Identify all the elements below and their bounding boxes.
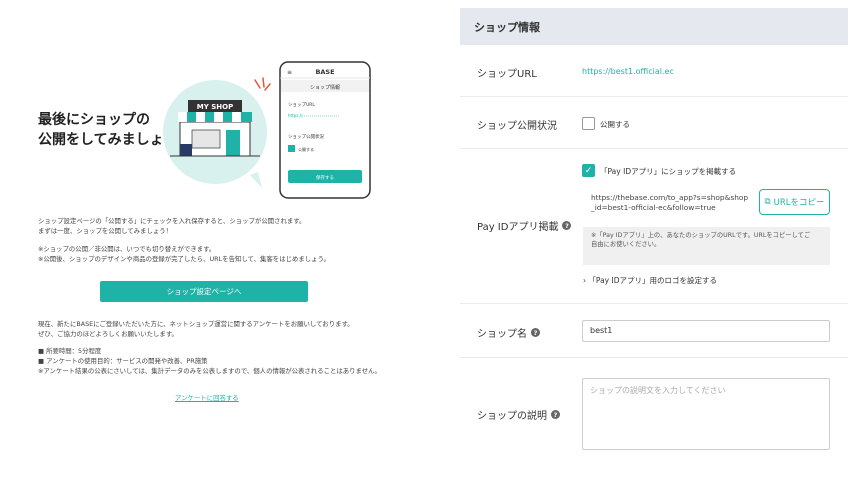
- copy-icon: ⧉: [764, 197, 771, 207]
- payid-label: Pay IDアプリ掲載: [477, 222, 559, 233]
- publish-description: ショップ設定ページの「公開する」にチェックを入れ保存すると、ショップが公開されま…: [38, 216, 418, 236]
- shop-info-form: ショップ情報 ショップURL https://best1.official.ec…: [460, 8, 848, 480]
- payid-checkbox-label: 「Pay IDアプリ」にショップを掲載する: [600, 167, 737, 176]
- phone-brand-text: BASE: [315, 68, 334, 76]
- svg-text:≡: ≡: [287, 69, 292, 76]
- shop-status-row: ショップ公開状況 公開する: [460, 97, 848, 149]
- phone-url-label: ショップURL: [288, 102, 315, 108]
- phone-save-button-text: 保存する: [316, 174, 334, 181]
- form-header: ショップ情報: [460, 8, 848, 45]
- shop-name-row: ショップ名 ? best1: [460, 304, 848, 358]
- desc-line: ショップ設定ページの「公開する」にチェックを入れ保存すると、ショップが公開されま…: [38, 217, 306, 225]
- publish-notes: ※ショップの公開／非公開は、いつでも切り替えができます。 ※公開後、ショップのデ…: [38, 244, 418, 264]
- desc-line: ■ 所要時間：5分程度: [38, 347, 102, 355]
- desc-line: ※公開後、ショップのデザインや商品の登録が完了したら、URLを告知して、集客をは…: [38, 255, 330, 263]
- copy-url-label: URLをコピー: [773, 198, 825, 208]
- shop-settings-button[interactable]: ショップ設定ページへ: [100, 281, 308, 302]
- shop-desc-label: ショップの説明: [477, 411, 547, 422]
- shop-url-row: ショップURL https://best1.official.ec: [460, 45, 848, 97]
- payid-url-line: _id=best1-official-ec&follow=true: [591, 202, 716, 212]
- payid-row: Pay IDアプリ掲載 ? ✓ 「Pay IDアプリ」にショップを掲載する ht…: [460, 149, 848, 304]
- desc-line: ■ アンケートの使用目的：サービスの開発や改善、PR施策: [38, 357, 208, 365]
- help-icon[interactable]: ?: [562, 221, 572, 230]
- payid-logo-link[interactable]: › 「Pay IDアプリ」用のロゴを設定する: [583, 275, 717, 286]
- publish-checkbox-label: 公開する: [600, 120, 630, 129]
- shop-desc-textarea[interactable]: ショップの説明文を入力してください: [582, 378, 830, 450]
- payid-label-wrap: Pay IDアプリ掲載 ?: [477, 218, 572, 233]
- help-icon[interactable]: ?: [531, 328, 540, 337]
- survey-request: 現在、新たにBASEにご登録いただいた方に、ネットショップ運営に関するアンケート…: [38, 319, 418, 339]
- payid-logo-link-label: 「Pay IDアプリ」用のロゴを設定する: [588, 276, 717, 285]
- payid-url: https://thebase.com/to_app?s=shop&shop _…: [591, 193, 756, 212]
- note-line: ※「Pay IDアプリ」上の、あなたのショップのURLです。URLをコピーしてご: [591, 232, 811, 239]
- desc-line: ぜひ、ご協力のほどよろしくお願いいたします。: [38, 330, 178, 338]
- shop-name-label: ショップ名: [477, 329, 527, 340]
- help-icon[interactable]: ?: [551, 410, 560, 419]
- phone-check-label: 公開する: [298, 146, 314, 152]
- payid-checkbox[interactable]: ✓: [582, 164, 595, 177]
- phone-status-label: ショップ公開状況: [288, 133, 324, 140]
- chevron-right-icon: ›: [583, 276, 586, 285]
- desc-line: ※アンケート結果の公表にさいしては、集計データのみを公表しますので、個人の情報が…: [38, 367, 381, 375]
- shop-illustration: MY SHOP ≡ BASE ショップ情報 ショップURL https:// シ…: [163, 61, 371, 199]
- shop-sign-text: MY SHOP: [197, 103, 233, 111]
- payid-note: ※「Pay IDアプリ」上の、あなたのショップのURLです。URLをコピーしてご…: [583, 227, 830, 265]
- copy-url-button[interactable]: ⧉ URLをコピー: [759, 189, 830, 215]
- shop-url-link[interactable]: https://best1.official.ec: [582, 67, 674, 76]
- desc-line: まずは一度、ショップを公開してみましょう！: [38, 227, 173, 235]
- phone-header-text: ショップ情報: [310, 84, 340, 91]
- page: 最後にショップの 公開をしてみましょう！ MY SHOP ≡ BASE ショップ…: [0, 0, 853, 480]
- shop-status-label: ショップ公開状況: [477, 121, 557, 132]
- intro-panel: 最後にショップの 公開をしてみましょう！ MY SHOP ≡ BASE ショップ…: [0, 0, 440, 480]
- note-line: 自由にお使いください。: [591, 241, 661, 248]
- shop-name-label-wrap: ショップ名 ?: [477, 325, 540, 340]
- phone-url-value: https://: [288, 113, 303, 118]
- shop-desc-label-wrap: ショップの説明 ?: [477, 407, 560, 422]
- survey-link[interactable]: アンケートに回答する: [175, 393, 239, 402]
- payid-url-line: https://thebase.com/to_app?s=shop&shop: [591, 193, 749, 202]
- shop-name-input[interactable]: best1: [582, 320, 830, 342]
- shop-desc-row: ショップの説明 ? ショップの説明文を入力してください: [460, 358, 848, 468]
- desc-line: ※ショップの公開／非公開は、いつでも切り替えができます。: [38, 245, 216, 253]
- publish-checkbox[interactable]: [582, 117, 595, 130]
- survey-details: ■ 所要時間：5分程度 ■ アンケートの使用目的：サービスの開発や改善、PR施策…: [38, 346, 418, 376]
- shop-url-label: ショップURL: [477, 69, 537, 80]
- desc-line: 現在、新たにBASEにご登録いただいた方に、ネットショップ運営に関するアンケート…: [38, 320, 354, 328]
